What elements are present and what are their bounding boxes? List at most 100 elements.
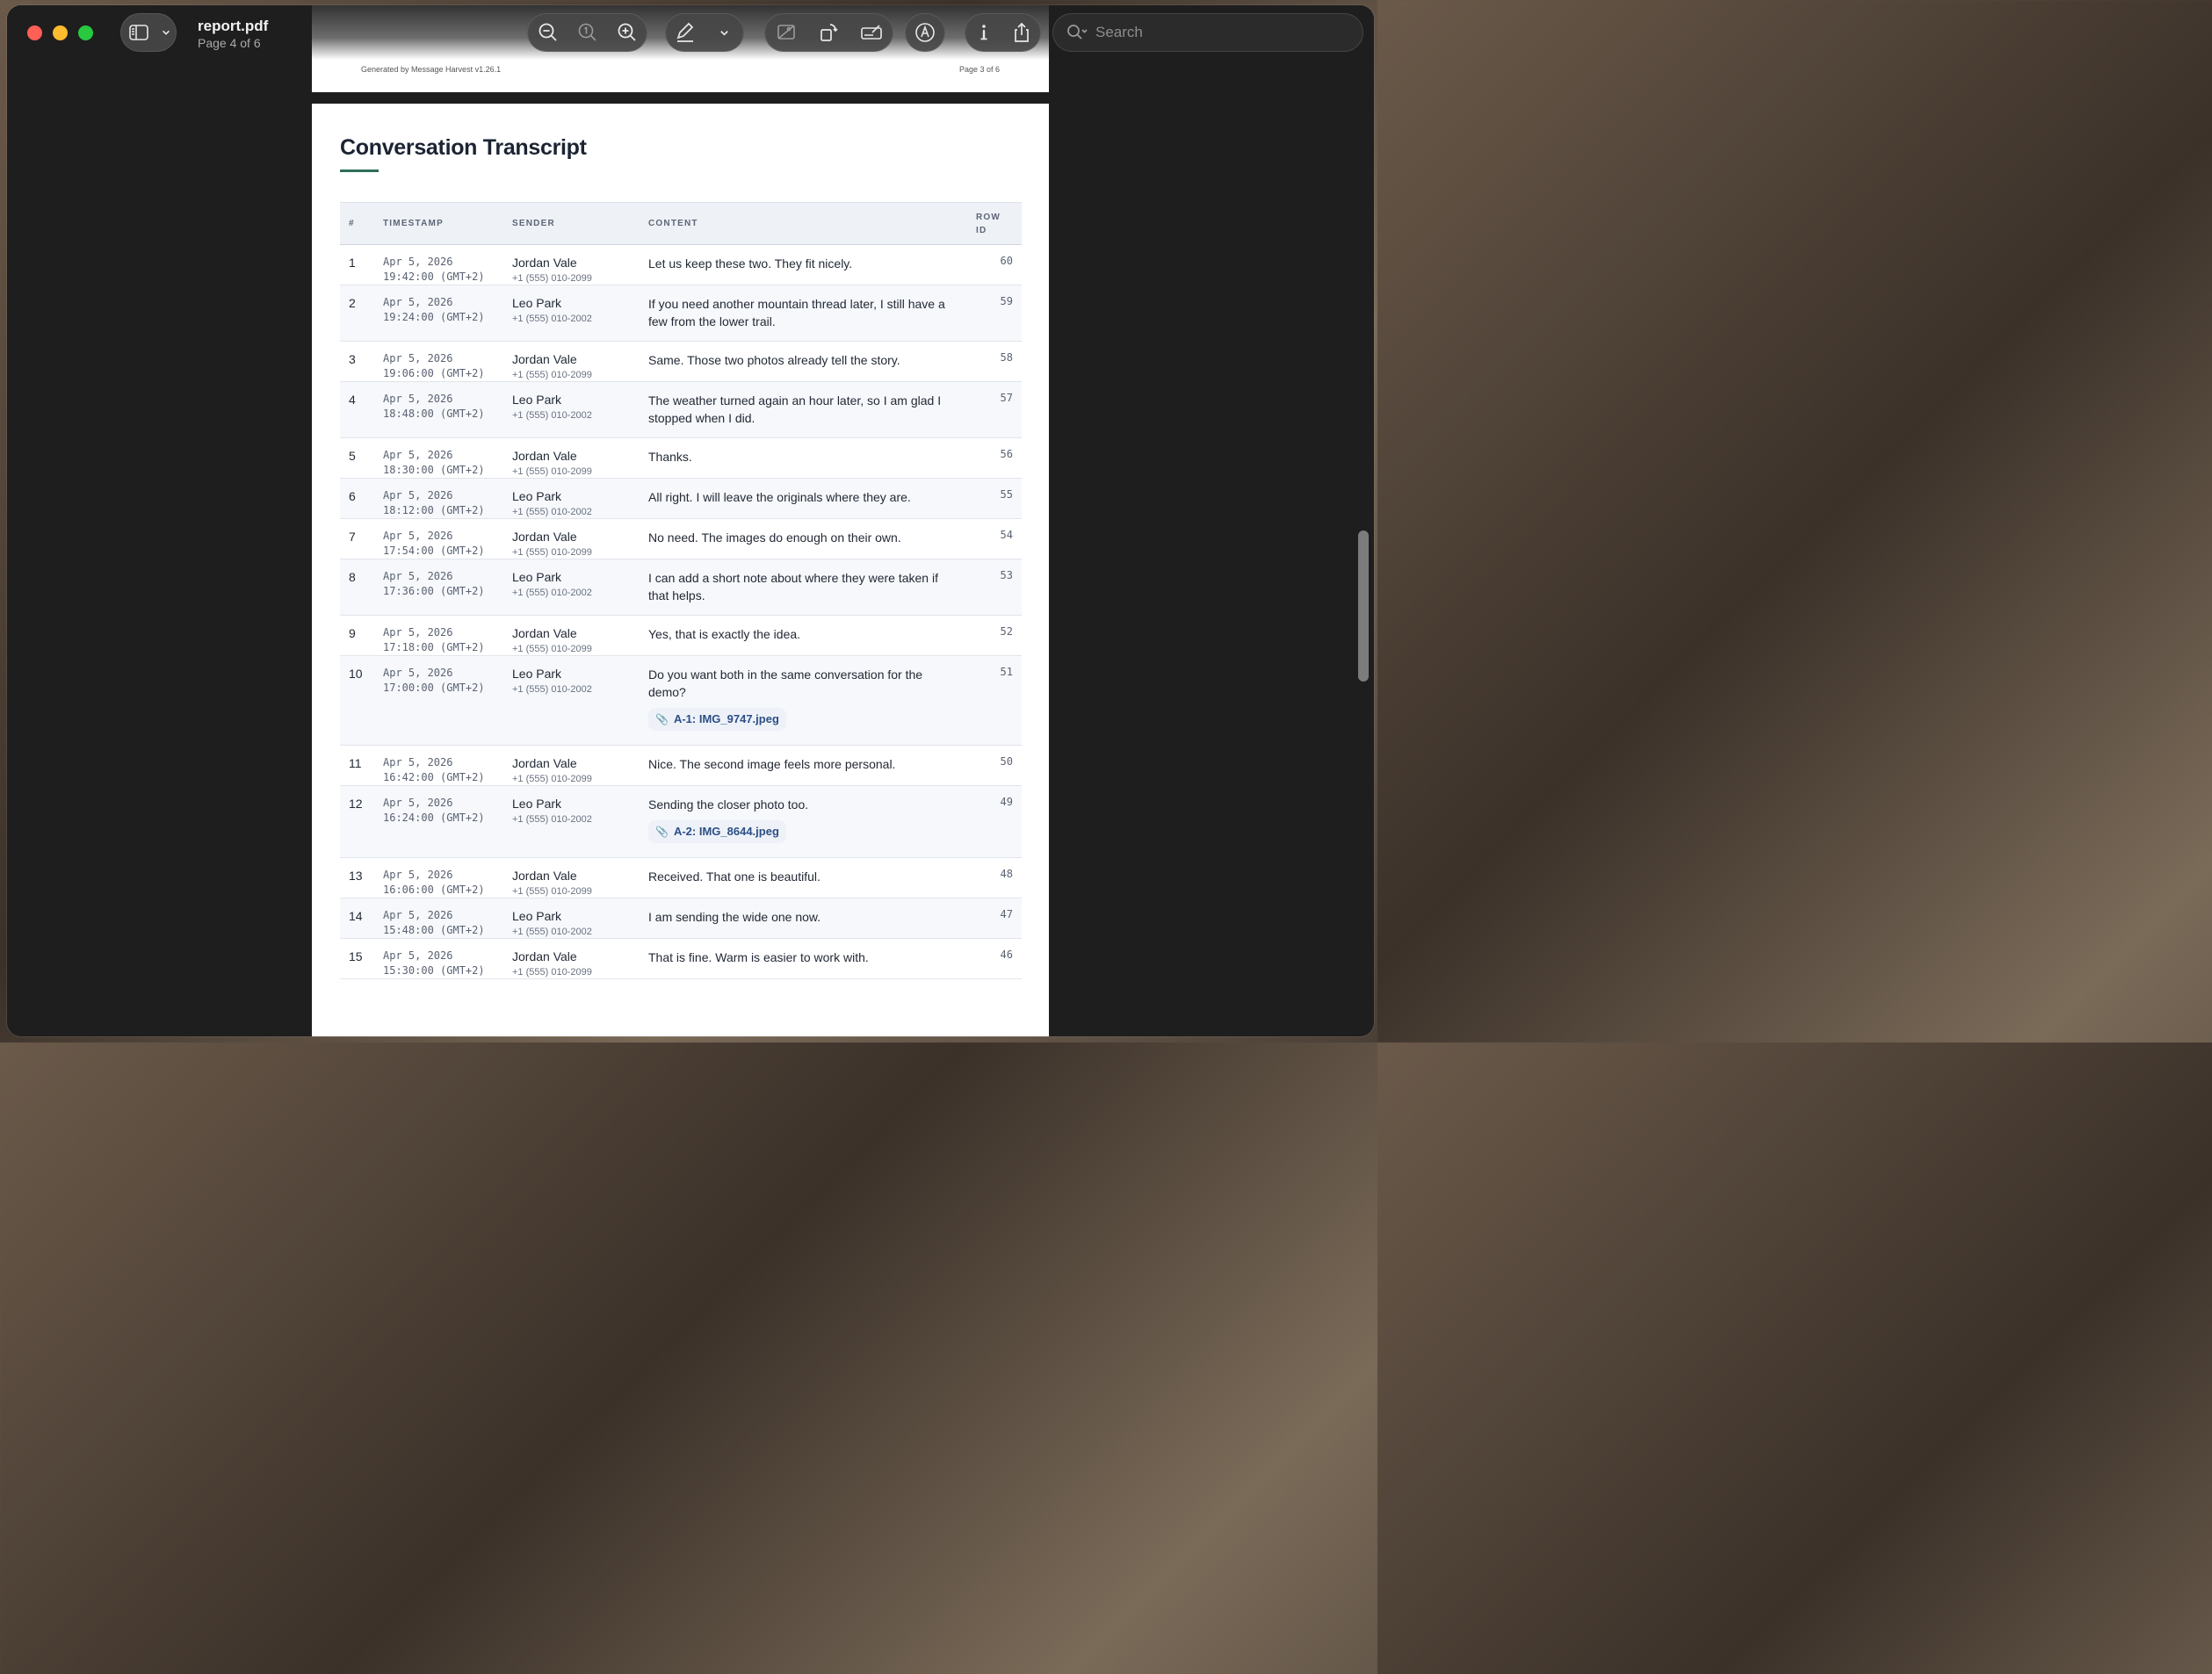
attachment-link[interactable]: 📎 A-2: IMG_8644.jpeg (648, 820, 786, 843)
zoom-in-icon[interactable] (614, 19, 640, 46)
row-id-cell: 60 (964, 244, 1022, 285)
sender-cell: Leo Park +1 (555) 010-2002 (512, 285, 648, 342)
sender-name: Leo Park (512, 909, 562, 923)
sender-cell: Jordan Vale +1 (555) 010-2099 (512, 745, 648, 786)
content-cell: Same. Those two photos already tell the … (648, 341, 964, 382)
timestamp-time: 18:12:00 (GMT+2) (383, 504, 485, 516)
timestamp-time: 15:30:00 (GMT+2) (383, 964, 485, 977)
titlebar: report.pdf Page 4 of 6 Search (7, 5, 1374, 60)
share-icon[interactable] (1008, 19, 1035, 46)
content-cell: Do you want both in the same conversatio… (648, 655, 964, 746)
sender-phone: +1 (555) 010-2002 (512, 684, 592, 695)
column-header-timestamp: TIMESTAMP (383, 202, 512, 245)
sender-cell: Leo Park +1 (555) 010-2002 (512, 478, 648, 519)
search-icon (1067, 25, 1088, 40)
timestamp-date: Apr 5, 2026 (383, 393, 453, 405)
info-share-controls (965, 13, 1041, 52)
fullscreen-window-button[interactable] (78, 25, 93, 40)
row-id-cell: 46 (964, 938, 1022, 979)
content-cell: All right. I will leave the originals wh… (648, 478, 964, 519)
sender-phone: +1 (555) 010-2099 (512, 273, 592, 284)
content-cell: The weather turned again an hour later, … (648, 381, 964, 438)
attachment-name: A-2: IMG_8644.jpeg (673, 825, 779, 838)
message-text: Sending the closer photo too. (648, 797, 809, 812)
row-number: 9 (340, 615, 383, 656)
row-number: 7 (340, 518, 383, 559)
timestamp-time: 16:06:00 (GMT+2) (383, 884, 485, 896)
timestamp-time: 17:18:00 (GMT+2) (383, 641, 485, 653)
content-cell: Nice. The second image feels more person… (648, 745, 964, 786)
row-id-cell: 47 (964, 898, 1022, 939)
sender-phone: +1 (555) 010-2002 (512, 314, 592, 324)
zoom-out-icon[interactable] (535, 19, 561, 46)
timestamp-time: 19:06:00 (GMT+2) (383, 367, 485, 379)
timestamp-cell: Apr 5, 2026 18:30:00 (GMT+2) (383, 437, 512, 479)
timestamp-time: 17:00:00 (GMT+2) (383, 682, 485, 694)
timestamp-time: 19:42:00 (GMT+2) (383, 271, 485, 283)
timestamp-cell: Apr 5, 2026 19:24:00 (GMT+2) (383, 285, 512, 342)
row-number: 13 (340, 857, 383, 898)
message-text: Same. Those two photos already tell the … (648, 353, 900, 367)
timestamp-date: Apr 5, 2026 (383, 489, 453, 501)
sender-cell: Jordan Vale +1 (555) 010-2099 (512, 938, 648, 979)
table-row: 7 Apr 5, 2026 17:54:00 (GMT+2) Jordan Vale +… (340, 518, 1022, 559)
sender-phone: +1 (555) 010-2099 (512, 967, 592, 978)
document-title-block: report.pdf Page 4 of 6 (198, 18, 268, 50)
vertical-scrollbar[interactable] (1358, 530, 1369, 682)
crop-image-icon[interactable] (773, 19, 799, 46)
timestamp-time: 17:54:00 (GMT+2) (383, 545, 485, 557)
minimize-window-button[interactable] (53, 25, 68, 40)
sender-cell: Leo Park +1 (555) 010-2002 (512, 381, 648, 438)
footer-generator: Generated by Message Harvest v1.26.1 (361, 65, 502, 74)
markup-chevron-down-icon[interactable] (711, 19, 737, 46)
highlight-pen-icon[interactable] (672, 19, 698, 46)
sender-phone: +1 (555) 010-2002 (512, 588, 592, 598)
row-number: 4 (340, 381, 383, 438)
message-text: I can add a short note about where they … (648, 571, 938, 602)
message-text: Received. That one is beautiful. (648, 869, 820, 884)
paperclip-icon: 📎 (655, 713, 669, 725)
sender-cell: Jordan Vale +1 (555) 010-2099 (512, 437, 648, 479)
timestamp-date: Apr 5, 2026 (383, 949, 453, 962)
message-text: Thanks. (648, 450, 692, 464)
message-text: Yes, that is exactly the idea. (648, 627, 801, 641)
sender-cell: Jordan Vale +1 (555) 010-2099 (512, 518, 648, 559)
column-header-num: # (340, 202, 383, 245)
timestamp-time: 19:24:00 (GMT+2) (383, 311, 485, 323)
close-window-button[interactable] (27, 25, 42, 40)
row-number: 11 (340, 745, 383, 786)
sign-icon[interactable] (858, 19, 885, 46)
sidebar-toggle-button[interactable] (120, 13, 177, 52)
sender-phone: +1 (555) 010-2002 (512, 507, 592, 517)
row-number: 1 (340, 244, 383, 285)
sender-cell: Leo Park +1 (555) 010-2002 (512, 785, 648, 858)
sender-cell: Leo Park +1 (555) 010-2002 (512, 559, 648, 616)
page-indicator: Page 4 of 6 (198, 36, 261, 50)
table-row: 6 Apr 5, 2026 18:12:00 (GMT+2) Leo Park +1 (… (340, 478, 1022, 519)
content-cell: That is fine. Warm is easier to work wit… (648, 938, 964, 979)
document-pane[interactable]: Generated by Message Harvest v1.26.1 Pag… (312, 5, 1049, 1036)
timestamp-time: 18:30:00 (GMT+2) (383, 464, 485, 476)
content-cell: Let us keep these two. They fit nicely. (648, 244, 964, 285)
sender-name: Leo Park (512, 296, 562, 310)
sender-name: Jordan Vale (512, 626, 577, 640)
sender-name: Leo Park (512, 393, 562, 407)
annotate-button[interactable] (905, 13, 945, 52)
message-text: That is fine. Warm is easier to work wit… (648, 950, 869, 964)
timestamp-date: Apr 5, 2026 (383, 570, 453, 582)
message-text: Do you want both in the same conversatio… (648, 667, 923, 699)
info-icon[interactable] (971, 19, 997, 46)
table-row: 9 Apr 5, 2026 17:18:00 (GMT+2) Jordan Vale +… (340, 615, 1022, 656)
sender-name: Jordan Vale (512, 352, 577, 366)
footer-page-number: Page 3 of 6 (958, 65, 1000, 74)
actual-size-icon[interactable] (575, 19, 601, 46)
table-row: 1 Apr 5, 2026 19:42:00 (GMT+2) Jordan Vale +… (340, 244, 1022, 285)
sender-cell: Jordan Vale +1 (555) 010-2099 (512, 244, 648, 285)
table-row: 13 Apr 5, 2026 16:06:00 (GMT+2) Jordan Vale… (340, 857, 1022, 898)
timestamp-cell: Apr 5, 2026 18:12:00 (GMT+2) (383, 478, 512, 519)
attachment-link[interactable]: 📎 A-1: IMG_9747.jpeg (648, 708, 786, 731)
rotate-icon[interactable] (815, 19, 842, 46)
content-cell: Yes, that is exactly the idea. (648, 615, 964, 656)
content-cell: If you need another mountain thread late… (648, 285, 964, 342)
search-field[interactable]: Search (1052, 13, 1363, 52)
